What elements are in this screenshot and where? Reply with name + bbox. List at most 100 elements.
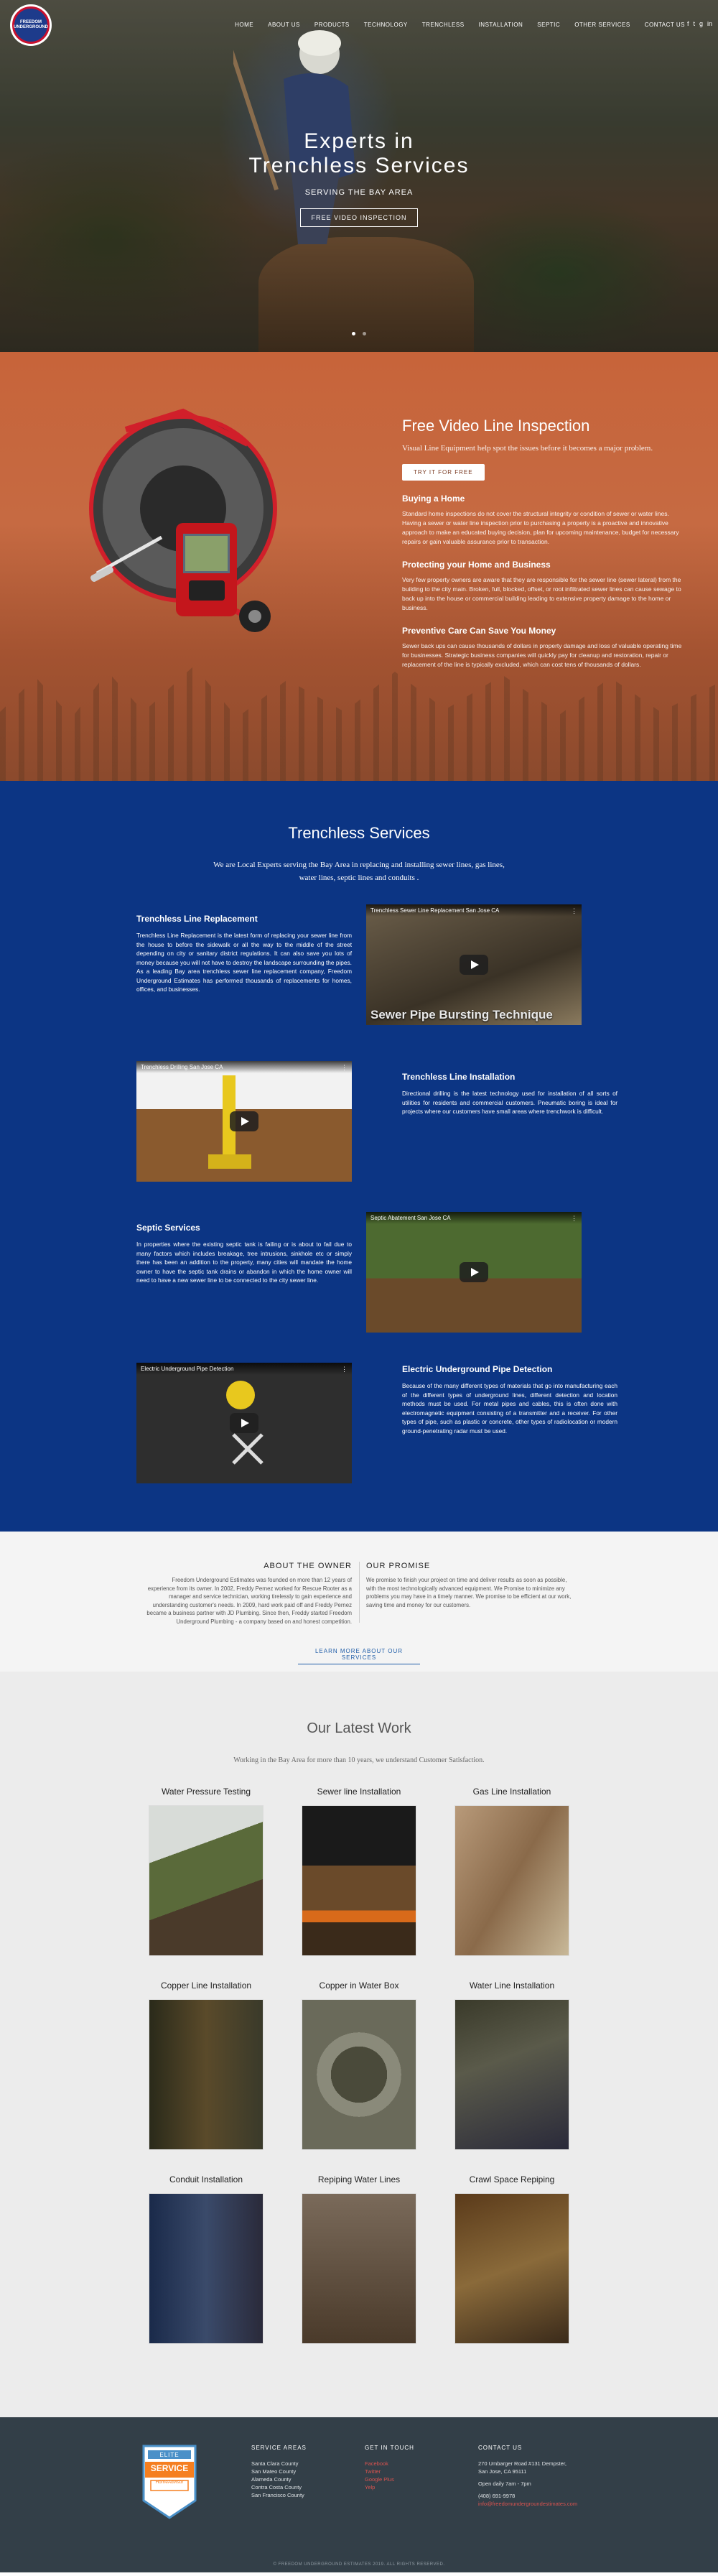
work-item-title: Water Pressure Testing [161, 1787, 251, 1797]
work-item[interactable]: Water Line Installation [454, 1980, 569, 2150]
slider-dot-1[interactable] [351, 332, 355, 335]
latest-work-section: Our Latest Work Working in the Bay Area … [0, 1672, 718, 2417]
about-owner: ABOUT THE OWNER Freedom Underground Esti… [144, 1562, 352, 1626]
video-septic-abatement[interactable]: Septic Abatement San Jose CA ⋮ [366, 1212, 582, 1333]
work-item-title: Conduit Installation [169, 2174, 243, 2184]
learn-more-services-button[interactable]: LEARN MORE ABOUT OUR SERVICES [298, 1648, 420, 1664]
work-item-photo[interactable] [454, 1805, 569, 1956]
contact-email[interactable]: info@freedomundergroundestimates.com [478, 2500, 577, 2508]
inspection-camera-reel-image [89, 408, 277, 632]
social-links: f t g in [687, 20, 712, 27]
work-item-title: Gas Line Installation [472, 1787, 551, 1797]
nav-products[interactable]: PRODUCTS [314, 22, 350, 28]
nav-installation[interactable]: INSTALLATION [479, 22, 523, 28]
our-promise: OUR PROMISE We promise to finish your pr… [366, 1562, 574, 1609]
work-item[interactable]: Gas Line Installation [454, 1787, 569, 1956]
work-item-photo[interactable] [149, 1805, 264, 1956]
google-plus-link[interactable]: Google Plus [365, 2475, 414, 2483]
latest-work-intro: Working in the Bay Area for more than 10… [233, 1756, 485, 1764]
service-heading: Trenchless Line Replacement [136, 914, 258, 924]
site-footer: ELITE SERVICE HomeAdvisor SERVICE AREAS … [0, 2417, 718, 2572]
nav-septic[interactable]: SEPTIC [537, 22, 560, 28]
work-item-photo[interactable] [454, 2193, 569, 2344]
slider-dots [0, 326, 718, 339]
about-owner-text: Freedom Underground Estimates was founde… [146, 1577, 352, 1625]
try-it-for-free-button[interactable]: TRY IT FOR FREE [402, 464, 485, 481]
footer-heading: SERVICE AREAS [251, 2445, 307, 2451]
work-item-title: Copper Line Installation [160, 1980, 252, 1991]
service-text: Directional drilling is the latest techn… [402, 1090, 617, 1115]
buying-home-text: Standard home inspections do not cover t… [402, 510, 679, 545]
footer-service-areas: SERVICE AREAS Santa Clara County San Mat… [251, 2445, 307, 2499]
work-item[interactable]: Copper in Water Box [302, 1980, 416, 2150]
service-area: San Mateo County [251, 2468, 297, 2475]
nav-contact-us[interactable]: CONTACT US [645, 22, 685, 28]
nav-trenchless[interactable]: TRENCHLESS [422, 22, 465, 28]
contact-address-1: 270 Umbarger Road #131 Dempster, [478, 2460, 567, 2467]
work-item-photo[interactable] [302, 1999, 416, 2150]
contact-phone[interactable]: (408) 691-9978 [478, 2492, 577, 2500]
trenchless-section: Trenchless Services We are Local Experts… [0, 781, 718, 1532]
trenchless-title: Trenchless Services [288, 824, 430, 842]
nav-home[interactable]: HOME [235, 22, 253, 28]
play-button-icon[interactable] [230, 1413, 258, 1433]
work-item-photo[interactable] [302, 1805, 416, 1956]
twitter-icon[interactable]: t [693, 20, 695, 27]
work-item-photo[interactable] [302, 2193, 416, 2344]
service-trenchless-replacement: Trenchless Line Replacement Trenchless L… [136, 914, 352, 994]
play-button-icon[interactable] [460, 1262, 488, 1282]
nav-technology[interactable]: TECHNOLOGY [364, 22, 408, 28]
work-item-title: Copper in Water Box [319, 1980, 399, 1991]
facebook-link[interactable]: Facebook [365, 2460, 414, 2468]
yelp-link[interactable]: Yelp [365, 2483, 414, 2491]
footer-heading: GET IN TOUCH [365, 2445, 414, 2451]
service-septic: Septic Services In properties where the … [136, 1223, 352, 1285]
video-pipe-detection[interactable]: Electric Underground Pipe Detection ⋮ [136, 1363, 352, 1483]
facebook-icon[interactable]: f [687, 20, 689, 27]
footer-get-in-touch: GET IN TOUCH Facebook Twitter Google Plu… [365, 2445, 414, 2491]
video-caption: Sewer Pipe Bursting Technique [370, 1008, 553, 1021]
about-divider [359, 1562, 360, 1623]
work-item[interactable]: Water Pressure Testing [149, 1787, 264, 1956]
service-area: Santa Clara County [251, 2460, 299, 2467]
work-item-photo[interactable] [454, 1999, 569, 2150]
work-item-photo[interactable] [149, 2193, 264, 2344]
inspection-section: Free Video Line Inspection Visual Line E… [0, 352, 718, 781]
slider-dot-2[interactable] [363, 332, 367, 335]
work-item[interactable]: Crawl Space Repiping [454, 2174, 569, 2344]
work-item-title: Water Line Installation [469, 1980, 555, 1991]
play-button-icon[interactable] [230, 1111, 258, 1131]
video-share-icon[interactable]: ⋮ [341, 1366, 348, 1373]
work-item-photo[interactable] [149, 1999, 264, 2150]
play-button-icon[interactable] [460, 955, 488, 975]
work-item[interactable]: Repiping Water Lines [302, 2174, 416, 2344]
about-owner-title: ABOUT THE OWNER [264, 1562, 352, 1570]
free-video-inspection-button[interactable]: FREE VIDEO INSPECTION [300, 208, 418, 227]
service-text: In properties where the existing septic … [136, 1241, 352, 1284]
video-title: Trenchless Sewer Line Replacement San Jo… [366, 904, 582, 917]
copyright: © FREEDOM UNDERGROUND ESTIMATES 2019. AL… [273, 2562, 445, 2567]
inspection-title: Free Video Line Inspection [402, 417, 590, 435]
work-item[interactable]: Copper Line Installation [149, 1980, 264, 2150]
service-area: San Francisco County [251, 2492, 304, 2498]
service-heading: Septic Services [136, 1223, 200, 1233]
work-item-title: Crawl Space Repiping [469, 2174, 555, 2184]
badge-brand: HomeAdvisor [155, 2480, 184, 2485]
nav-other-services[interactable]: OTHER SERVICES [574, 22, 630, 28]
service-heading: Trenchless Line Installation [402, 1072, 516, 1082]
google-plus-icon[interactable]: g [699, 20, 703, 27]
video-share-icon[interactable]: ⋮ [341, 1064, 348, 1072]
video-trenchless-drilling[interactable]: Trenchless Drilling San Jose CA ⋮ [136, 1061, 352, 1182]
video-sewer-replacement[interactable]: Trenchless Sewer Line Replacement San Jo… [366, 904, 582, 1025]
preventive-care-heading: Preventive Care Can Save You Money [402, 626, 556, 636]
work-item[interactable]: Sewer line Installation [302, 1787, 416, 1956]
video-share-icon[interactable]: ⋮ [571, 1215, 577, 1223]
linkedin-icon[interactable]: in [707, 20, 712, 27]
nav-about-us[interactable]: ABOUT US [268, 22, 300, 28]
site-logo[interactable]: FREEDOM UNDERGROUND [10, 4, 52, 46]
work-item[interactable]: Conduit Installation [149, 2174, 264, 2344]
service-text: Trenchless Line Replacement is the lates… [136, 932, 352, 993]
about-section: ABOUT THE OWNER Freedom Underground Esti… [0, 1532, 718, 1672]
twitter-link[interactable]: Twitter [365, 2468, 414, 2475]
video-share-icon[interactable]: ⋮ [571, 907, 577, 915]
